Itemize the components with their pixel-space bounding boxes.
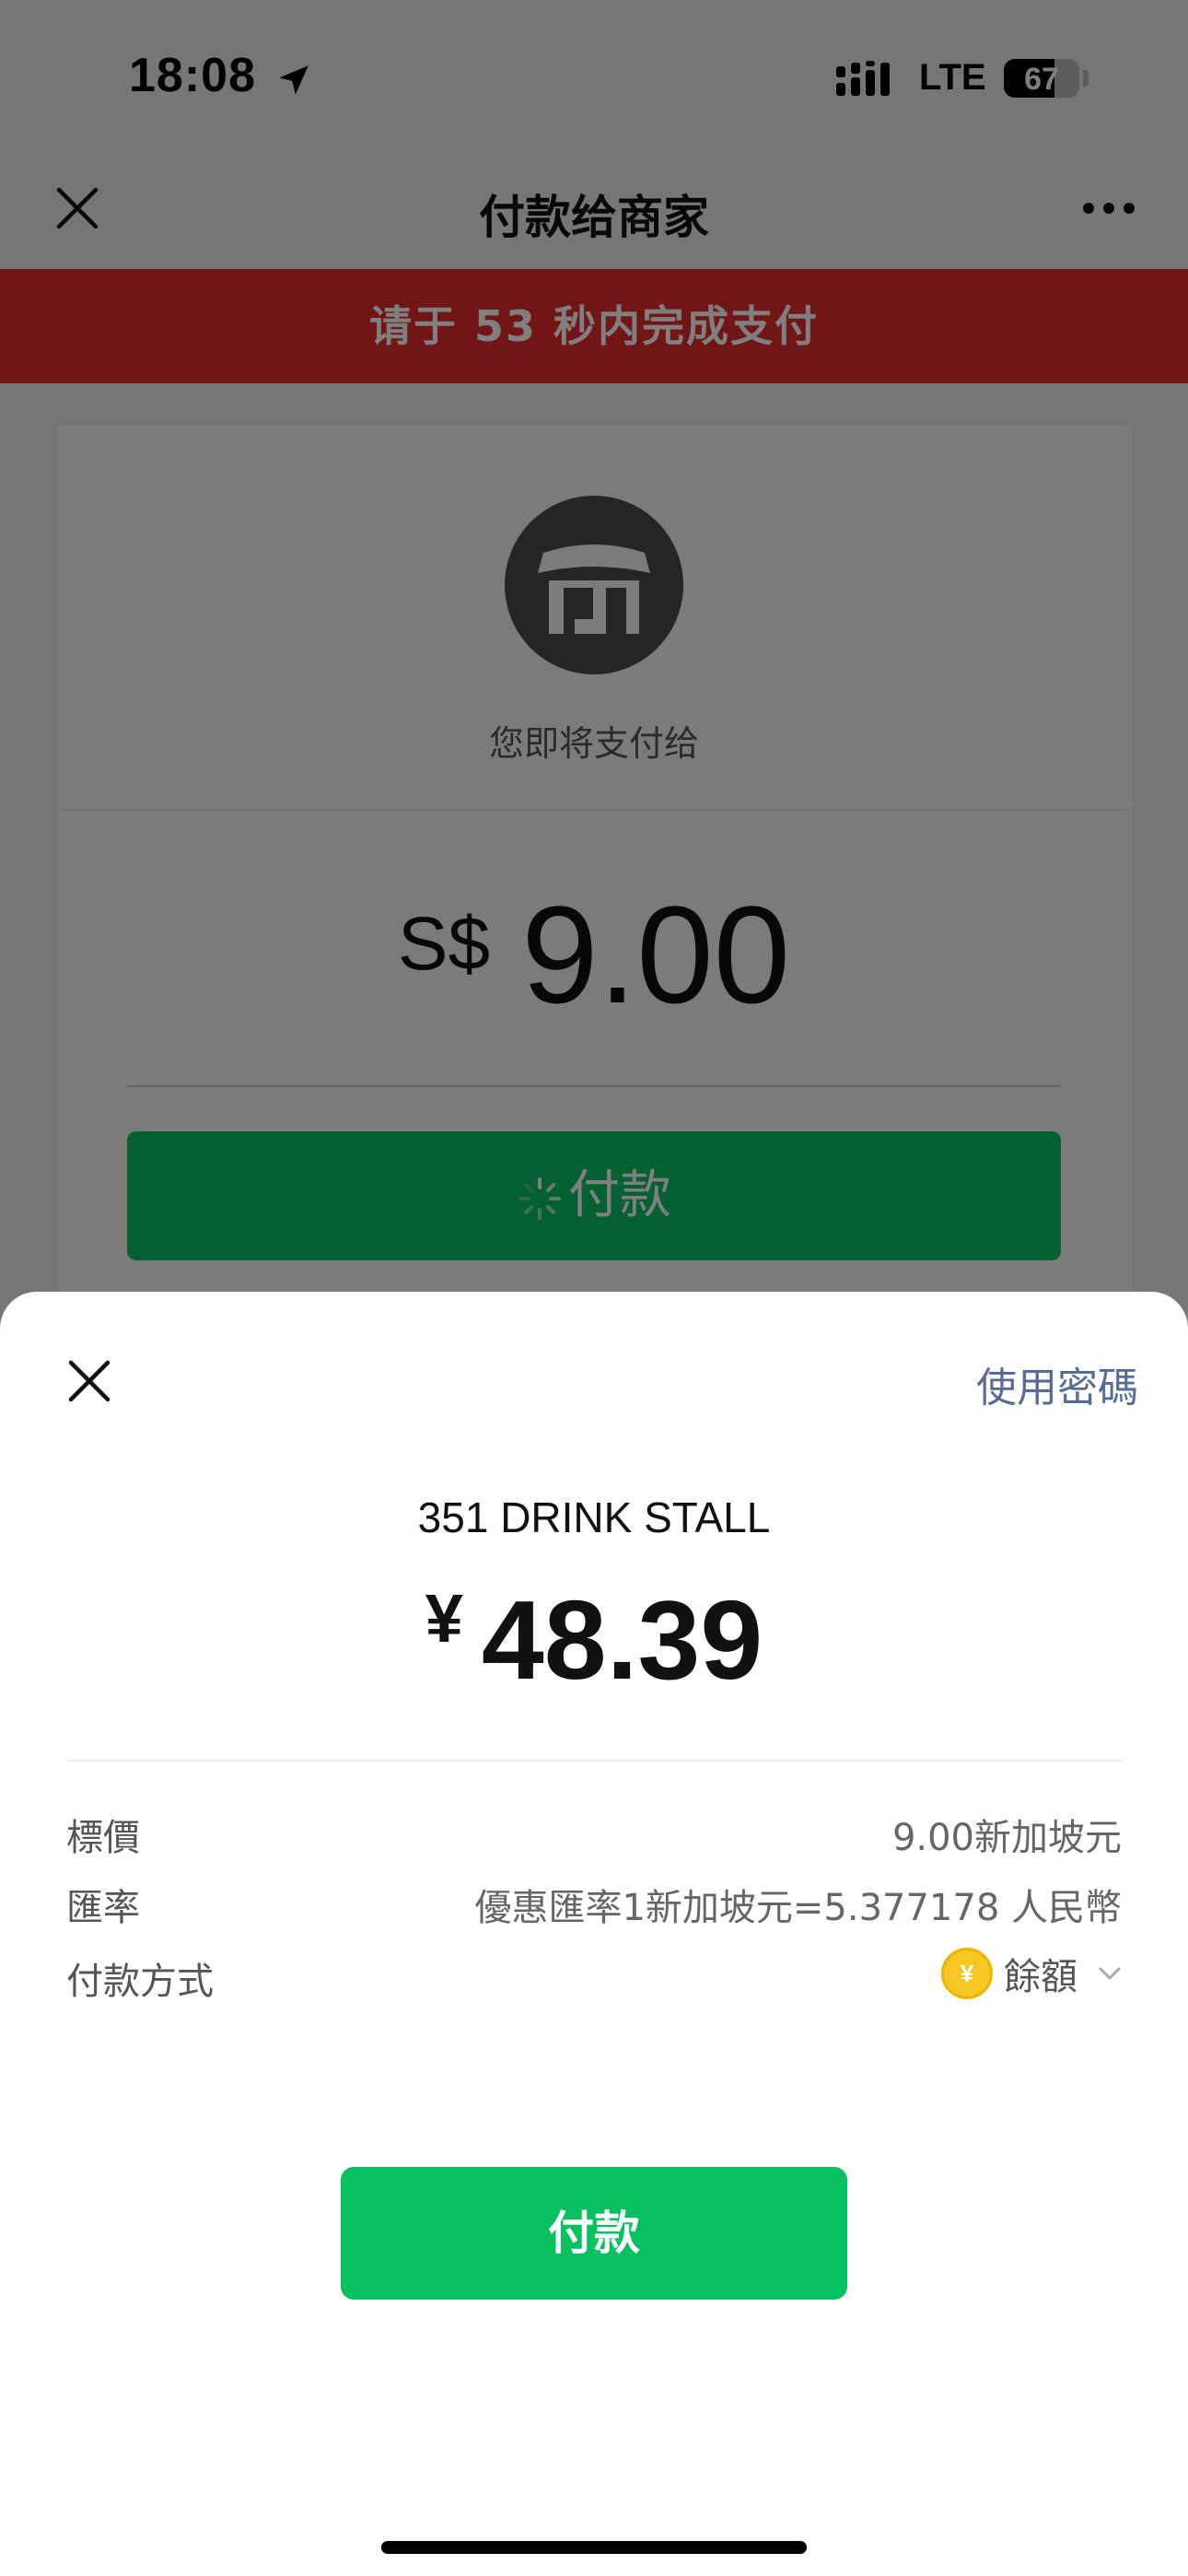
sheet-close-icon[interactable] [66, 1358, 112, 1404]
payment-method-label: 付款方式 [66, 1961, 214, 2003]
payment-confirm-sheet [0, 1292, 1188, 2576]
payment-method-value: 餘額 [1004, 1956, 1077, 1998]
coin-icon: ¥ [941, 1948, 993, 1999]
exchange-rate-label: 匯率 [66, 1887, 140, 1929]
list-price-label: 標價 [66, 1817, 140, 1859]
converted-amount: ¥48.39 [0, 1575, 1188, 1704]
merchant-name: 351 DRINK STALL [417, 1493, 771, 1541]
converted-amount-currency: ¥ [425, 1580, 463, 1657]
use-password-link[interactable]: 使用密碼 [976, 1354, 1138, 1413]
converted-amount-value: 48.39 [481, 1577, 763, 1703]
home-indicator [381, 2541, 807, 2554]
list-price-value: 9.00新加坡元 [891, 1817, 1122, 1859]
payment-method-selector[interactable]: ¥ 餘額 [941, 1946, 1122, 2001]
exchange-rate-value: 優惠匯率1新加坡元=5.377178 人民幣 [474, 1887, 1122, 1929]
sheet-divider [66, 1760, 1122, 1762]
chevron-down-icon [1099, 1967, 1121, 1980]
confirm-pay-button[interactable]: 付款 [341, 2167, 847, 2300]
